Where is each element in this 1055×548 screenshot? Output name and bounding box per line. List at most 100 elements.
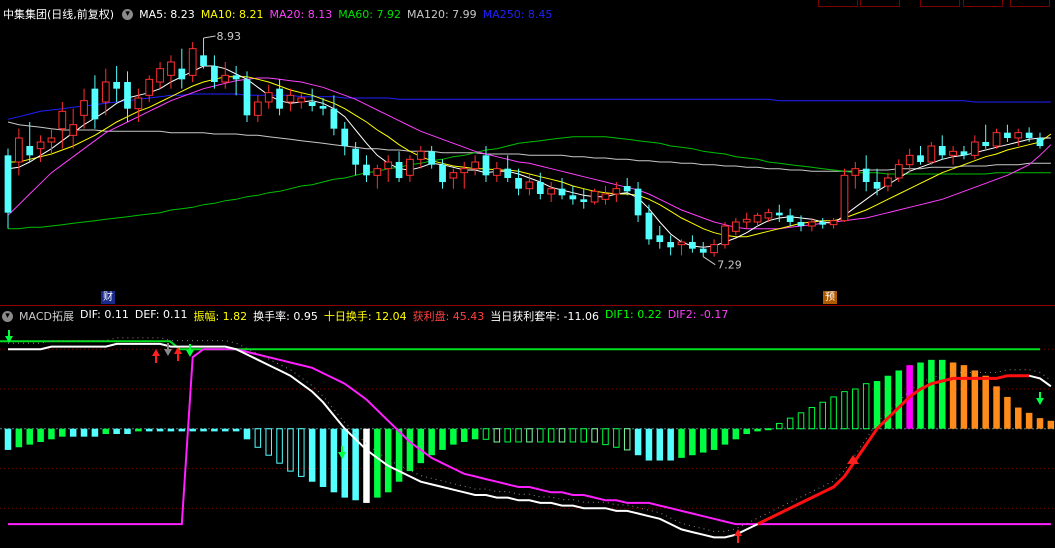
macd-bar xyxy=(417,428,425,464)
candle-down xyxy=(178,68,186,80)
candle-up xyxy=(58,110,67,130)
macd-bar xyxy=(178,428,186,432)
candle-up xyxy=(167,61,175,76)
candle-up xyxy=(970,141,979,156)
badge-forecast[interactable]: 预 xyxy=(823,291,837,304)
candle-down xyxy=(4,155,12,213)
macd-bar xyxy=(298,428,305,477)
toolbar-button[interactable] xyxy=(1010,0,1050,7)
candle-down xyxy=(982,142,990,146)
chevron-down-icon[interactable]: ▾ xyxy=(2,310,13,322)
macd-bar xyxy=(732,428,740,440)
macd-bar xyxy=(287,428,294,472)
candle-up xyxy=(840,174,849,222)
candle-up xyxy=(1014,132,1023,139)
macd-bar xyxy=(808,407,816,430)
macd-bar xyxy=(102,428,110,435)
candle-up xyxy=(808,221,816,227)
macd-bar xyxy=(428,428,435,456)
candle-down xyxy=(319,106,327,109)
panel-separator xyxy=(0,305,1055,306)
ma-legend-item: MA5: 8.23 xyxy=(139,7,195,21)
macd-bar xyxy=(374,428,381,498)
candle-down xyxy=(819,222,827,225)
indicator-value: 十日换手: 12.04 xyxy=(323,310,407,323)
candle-up xyxy=(894,164,903,179)
candle-up xyxy=(949,150,957,156)
macd-bar xyxy=(265,428,272,456)
candle-down xyxy=(775,212,783,216)
indicator-value: 当日获利套牢: -11.06 xyxy=(490,310,599,323)
macd-bar xyxy=(48,428,55,440)
macd-bar xyxy=(928,359,935,429)
macd-bar xyxy=(656,428,664,461)
candle-up xyxy=(69,124,78,136)
candle-down xyxy=(645,212,653,240)
macd-bar xyxy=(504,428,511,443)
macd-bar xyxy=(91,428,99,437)
macd-bar xyxy=(59,428,66,437)
macd-bar xyxy=(862,383,870,430)
macd-bar xyxy=(341,428,349,498)
macd-bar xyxy=(4,428,12,450)
toolbar-button[interactable] xyxy=(963,0,1003,7)
candle-down xyxy=(124,82,131,109)
buy-arrow-icon xyxy=(152,349,160,363)
candle-down xyxy=(938,146,946,156)
candle-down xyxy=(634,188,642,216)
candle-up xyxy=(492,168,501,176)
macd-bar xyxy=(917,362,924,429)
badge-financial[interactable]: 财 xyxy=(101,291,115,304)
toolbar-button[interactable] xyxy=(860,0,900,7)
macd-bar xyxy=(602,428,609,446)
chevron-down-icon[interactable]: ▾ xyxy=(122,8,134,20)
candle-up xyxy=(134,97,143,110)
macd-bar xyxy=(591,428,598,443)
macd-bar xyxy=(613,428,620,448)
toolbar-button[interactable] xyxy=(920,0,960,7)
macd-bar xyxy=(743,428,750,435)
macd-bar xyxy=(15,428,23,448)
macd-bar xyxy=(537,428,544,443)
candle-down xyxy=(862,168,870,182)
candle-down xyxy=(363,164,370,176)
macd-bar xyxy=(710,428,718,450)
candle-up xyxy=(677,241,686,246)
macd-bar xyxy=(330,428,338,493)
candle-up xyxy=(373,168,382,176)
macd-bar xyxy=(80,428,88,437)
ma250-line xyxy=(7,93,1051,120)
macd-bar xyxy=(721,428,729,445)
low-pointer xyxy=(702,256,716,266)
candle-down xyxy=(1025,132,1033,138)
candle-down xyxy=(395,162,403,178)
candle-down xyxy=(623,186,631,192)
candle-down xyxy=(667,242,675,248)
indicator-name: MACD拓展 xyxy=(19,310,74,323)
candle-down xyxy=(873,182,881,189)
kline-chart[interactable]: 8.93 7.29 xyxy=(0,0,1055,548)
macd-bar xyxy=(1004,396,1011,429)
candle-up xyxy=(297,97,306,103)
macd-bar xyxy=(254,428,262,448)
macd-bar xyxy=(319,428,327,488)
toolbar-button[interactable] xyxy=(818,0,858,7)
candle-up xyxy=(721,225,729,246)
candle-up xyxy=(416,150,425,160)
candle-down xyxy=(689,242,696,249)
candle-down xyxy=(352,148,359,165)
ma-legend-item: MA10: 8.21 xyxy=(200,7,264,21)
macd-bar xyxy=(156,428,164,432)
macd-bar xyxy=(211,428,218,432)
candle-down xyxy=(200,55,207,66)
macd-bar xyxy=(471,428,479,440)
ma-legend-item: MA120: 7.99 xyxy=(406,7,477,21)
candle-down xyxy=(786,215,794,222)
macd-bar xyxy=(460,428,468,442)
macd-bar xyxy=(308,428,316,482)
macd-bar xyxy=(243,428,251,440)
macd-bar xyxy=(1015,407,1022,429)
indicator-value: 换手率: 0.95 xyxy=(253,310,318,323)
candle-up xyxy=(992,132,1001,147)
candle-up xyxy=(905,154,914,166)
